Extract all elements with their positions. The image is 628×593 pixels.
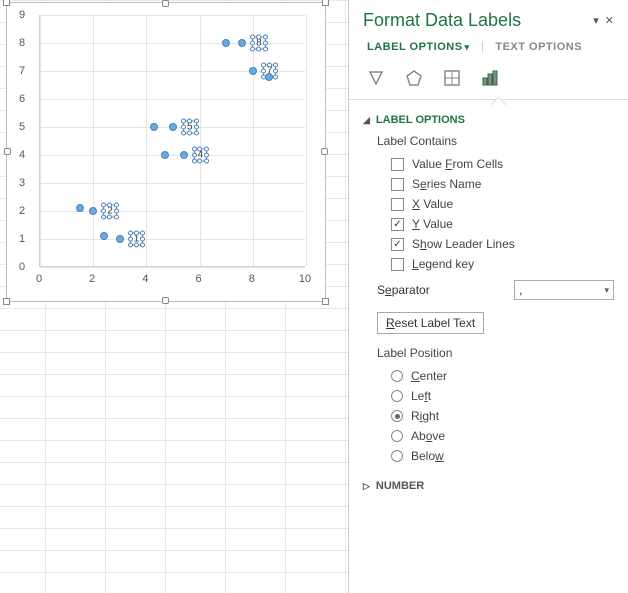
data-point[interactable] <box>169 123 177 131</box>
y-tick: 0 <box>19 261 25 273</box>
x-tick: 2 <box>89 273 95 285</box>
y-tick: 4 <box>19 149 25 161</box>
chart-object[interactable]: 215487 01234567890246810 <box>6 2 326 302</box>
data-point[interactable] <box>161 151 169 159</box>
resize-handle[interactable] <box>3 0 10 6</box>
radio-left[interactable]: Left <box>363 386 614 406</box>
reset-label-text-button[interactable]: Reset Label Text <box>377 312 484 334</box>
radio-icon <box>391 390 403 402</box>
y-tick: 7 <box>19 65 25 77</box>
data-point[interactable] <box>100 232 108 240</box>
resize-handle[interactable] <box>321 148 328 155</box>
section-number[interactable]: ▷ NUMBER <box>363 476 614 496</box>
data-point[interactable] <box>116 235 124 243</box>
checkbox-icon <box>391 198 404 211</box>
y-tick: 2 <box>19 205 25 217</box>
resize-handle[interactable] <box>322 0 329 6</box>
separator-label: Separator <box>377 283 430 297</box>
close-icon[interactable]: ✕ <box>605 14 614 27</box>
y-tick: 9 <box>19 9 25 21</box>
caret-right-icon: ▷ <box>363 481 370 492</box>
checkbox-value-from-cells[interactable]: Value From Cells <box>363 154 614 174</box>
tab-label-options[interactable]: LABEL OPTIONS▾ <box>363 39 474 55</box>
caret-down-icon: ◢ <box>363 115 370 126</box>
data-point[interactable] <box>76 204 84 212</box>
pane-menu-icon[interactable]: ▾ <box>593 14 599 27</box>
tab-text-options[interactable]: TEXT OPTIONS <box>491 39 586 55</box>
radio-icon <box>391 450 403 462</box>
radio-icon <box>391 430 403 442</box>
data-point[interactable] <box>238 39 246 47</box>
data-point[interactable] <box>222 39 230 47</box>
radio-icon <box>391 370 403 382</box>
data-label[interactable]: 4 <box>194 149 208 162</box>
radio-icon <box>391 410 403 422</box>
y-tick: 8 <box>19 37 25 49</box>
checkbox-icon: ✓ <box>391 218 404 231</box>
effects-icon[interactable] <box>403 67 425 89</box>
chevron-down-icon: ▾ <box>604 285 609 296</box>
label-contains-heading: Label Contains <box>363 130 614 154</box>
resize-handle[interactable] <box>4 148 11 155</box>
radio-center[interactable]: Center <box>363 366 614 386</box>
plot-area[interactable]: 215487 <box>39 15 305 267</box>
checkbox-icon: ✓ <box>391 238 404 251</box>
checkbox-icon <box>391 178 404 191</box>
checkbox-legend-key[interactable]: Legend key <box>363 254 614 274</box>
checkbox-x-value[interactable]: X Value <box>363 194 614 214</box>
label-position-heading: Label Position <box>363 342 614 366</box>
radio-below[interactable]: Below <box>363 446 614 466</box>
checkbox-icon <box>391 158 404 171</box>
pane-title: Format Data Labels <box>363 10 521 31</box>
size-properties-icon[interactable] <box>441 67 463 89</box>
x-tick: 10 <box>299 273 311 285</box>
data-point[interactable] <box>265 73 273 81</box>
data-label[interactable]: 8 <box>252 37 266 50</box>
section-label-options[interactable]: ◢ LABEL OPTIONS <box>363 110 614 130</box>
x-tick: 8 <box>249 273 255 285</box>
y-tick: 3 <box>19 177 25 189</box>
checkbox-leader-lines[interactable]: ✓ Show Leader Lines <box>363 234 614 254</box>
resize-handle[interactable] <box>162 0 169 7</box>
fill-line-icon[interactable] <box>365 67 387 89</box>
label-options-icon[interactable] <box>479 67 501 89</box>
checkbox-series-name[interactable]: Series Name <box>363 174 614 194</box>
data-point[interactable] <box>89 207 97 215</box>
format-pane: Format Data Labels ▾ ✕ LABEL OPTIONS▾ | … <box>348 0 628 593</box>
data-label[interactable]: 5 <box>183 121 197 134</box>
data-label[interactable]: 1 <box>130 233 144 246</box>
x-tick: 6 <box>196 273 202 285</box>
separator-dropdown[interactable]: , ▾ <box>514 280 614 300</box>
y-tick: 6 <box>19 93 25 105</box>
checkbox-y-value[interactable]: ✓ Y Value <box>363 214 614 234</box>
data-point[interactable] <box>180 151 188 159</box>
y-tick: 5 <box>19 121 25 133</box>
resize-handle[interactable] <box>162 297 169 304</box>
data-point[interactable] <box>249 67 257 75</box>
resize-handle[interactable] <box>3 298 10 305</box>
x-tick: 4 <box>142 273 148 285</box>
x-tick: 0 <box>36 273 42 285</box>
radio-right[interactable]: Right <box>363 406 614 426</box>
data-point[interactable] <box>150 123 158 131</box>
data-label[interactable]: 2 <box>103 205 117 218</box>
radio-above[interactable]: Above <box>363 426 614 446</box>
y-tick: 1 <box>19 233 25 245</box>
resize-handle[interactable] <box>322 298 329 305</box>
checkbox-icon <box>391 258 404 271</box>
